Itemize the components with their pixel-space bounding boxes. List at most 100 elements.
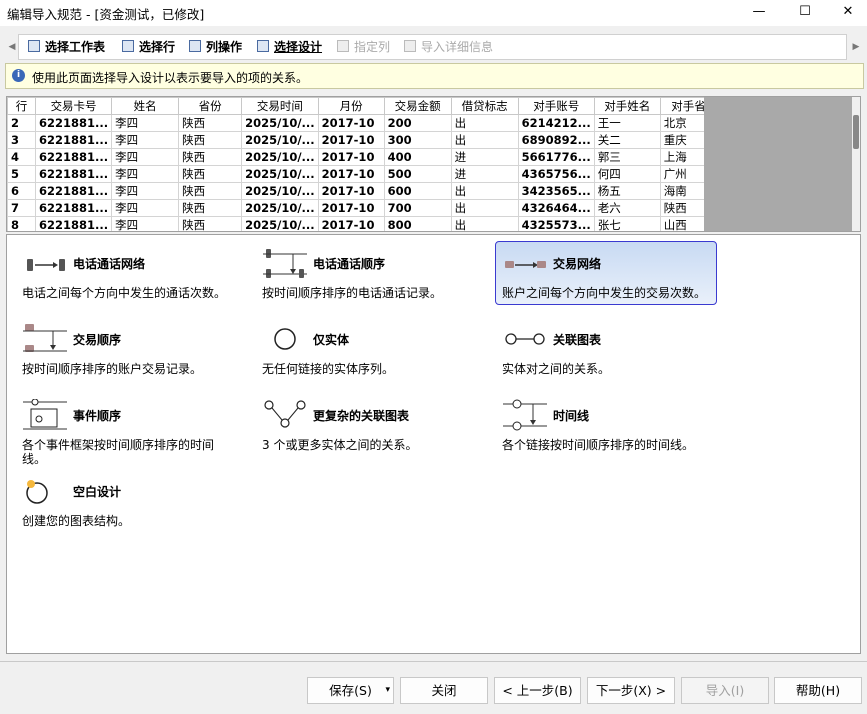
grid-cell: 7: [7, 199, 36, 217]
grid-cell: 4325573...: [517, 216, 595, 231]
design-option-phone-sequence[interactable]: 电话通话顺序 按时间顺序排序的电话通话记录。: [255, 235, 477, 300]
design-description: 实体对之间的关系。: [502, 362, 611, 376]
table-row[interactable]: 2 6221881... 李四 陕西 2025/10/... 2017-10 200 出 621…: [7, 114, 729, 132]
grid-column-header[interactable]: 对手姓名: [593, 97, 661, 115]
grid-cell: 陕西: [178, 216, 243, 231]
grid-cell: 400: [383, 148, 452, 166]
table-row[interactable]: 7 6221881... 李四 陕西 2025/10/... 2017-10 700 出 432…: [7, 199, 729, 217]
grid-cell: 2025/10/...: [241, 216, 319, 231]
previous-button[interactable]: < 上一步(B): [494, 677, 581, 704]
grid-cell: 2017-10: [317, 182, 385, 200]
grid-cell: 2025/10/...: [241, 148, 319, 166]
grid-column-header[interactable]: 交易卡号: [34, 97, 113, 115]
assign-column-icon: [337, 40, 349, 52]
grid-column-header[interactable]: 月份: [317, 97, 385, 115]
next-button[interactable]: 下一步(X) >: [587, 677, 675, 704]
dropdown-arrow-icon[interactable]: ▾: [385, 678, 390, 703]
design-option-event-sequence[interactable]: 事件顺序 各个事件框架按时间顺序排序的时间线。: [15, 387, 237, 466]
tab-select-rows[interactable]: 选择行: [122, 38, 175, 56]
grid-cell: 2017-10: [317, 131, 385, 149]
table-row[interactable]: 8 6221881... 李四 陕西 2025/10/... 2017-10 800 出 432…: [7, 216, 729, 231]
grid-cell: 6221881...: [34, 131, 113, 149]
design-option-complex-link-chart[interactable]: 更复杂的关联图表 3 个或更多实体之间的关系。: [255, 387, 477, 452]
tab-assign-columns[interactable]: 指定列: [337, 38, 390, 56]
grid-cell: 4: [7, 148, 36, 166]
tab-scroll-left-icon[interactable]: ◀: [6, 40, 18, 54]
grid-column-header[interactable]: 交易金额: [383, 97, 452, 115]
grid-cell: 8: [7, 216, 36, 231]
design-option-link-chart[interactable]: 关联图表实体对之间的关系。: [495, 311, 717, 376]
table-row[interactable]: 3 6221881... 李四 陕西 2025/10/... 2017-10 300 出 689…: [7, 131, 729, 149]
design-description: 无任何链接的实体序列。: [262, 362, 395, 376]
tab-select-design[interactable]: 选择设计: [257, 38, 322, 56]
tab-select-worksheet[interactable]: 选择工作表: [28, 38, 105, 56]
help-button[interactable]: 帮助(H): [774, 677, 862, 704]
scrollbar-thumb[interactable]: [853, 115, 859, 149]
design-description: 3 个或更多实体之间的关系。: [262, 438, 418, 452]
design-description: 各个链接按时间顺序排序的时间线。: [502, 438, 695, 452]
info-icon: i: [12, 69, 25, 82]
grid-cell: 进: [450, 165, 519, 183]
grid-column-header[interactable]: 对手账号: [517, 97, 595, 115]
design-description: 按时间顺序排序的电话通话记录。: [262, 286, 443, 300]
minimize-button[interactable]: —: [737, 0, 781, 26]
grid-cell: 2017-10: [317, 216, 385, 231]
grid-cell: 2: [7, 114, 36, 132]
grid-cell: 6221881...: [34, 199, 113, 217]
hint-text: 使用此页面选择导入设计以表示要导入的项的关系。: [32, 71, 309, 85]
phone-network-icon: [23, 247, 67, 279]
design-option-transaction-sequence[interactable]: 交易顺序 按时间顺序排序的账户交易记录。: [15, 311, 237, 376]
phone-sequence-icon: [263, 247, 307, 279]
maximize-button[interactable]: ☐: [783, 0, 827, 26]
grid-cell: 李四: [111, 216, 180, 231]
grid-cell: 2025/10/...: [241, 182, 319, 200]
grid-column-header[interactable]: 交易时间: [241, 97, 319, 115]
import-details-icon: [404, 40, 416, 52]
grid-column-header[interactable]: 省份: [178, 97, 243, 115]
data-preview-grid[interactable]: 行交易卡号 姓名 省份 交易时间 月份 交易金额 借贷标志 对手账号 对手姓名 对手省份 2 622…: [6, 96, 861, 232]
tab-column-operations[interactable]: 列操作: [189, 38, 242, 56]
design-option-transaction-network[interactable]: 交易网络 账户之间每个方向中发生的交易次数。: [495, 235, 717, 305]
grid-cell: 6221881...: [34, 148, 113, 166]
design-name: 电话通话网络: [73, 257, 146, 271]
grid-column-header[interactable]: 借贷标志: [450, 97, 519, 115]
grid-cell: 3: [7, 131, 36, 149]
design-name: 仅实体: [313, 333, 350, 347]
blank-design-icon: [23, 475, 67, 507]
transaction-network-icon: [503, 247, 547, 279]
close-button[interactable]: 关闭: [400, 677, 488, 704]
grid-cell: 关二: [593, 131, 661, 149]
import-button[interactable]: 导入(I): [681, 677, 769, 704]
design-name: 关联图表: [553, 333, 602, 347]
grid-cell: 杨五: [593, 182, 661, 200]
grid-cell: 5661776...: [517, 148, 595, 166]
grid-vertical-scrollbar[interactable]: [852, 97, 860, 231]
grid-cell: 2017-10: [317, 165, 385, 183]
design-icon: [257, 40, 269, 52]
grid-cell: 老六: [593, 199, 661, 217]
design-option-blank-design[interactable]: 空白设计 创建您的图表结构。: [15, 463, 237, 528]
grid-cell: 3423565...: [517, 182, 595, 200]
grid-cell: 陕西: [178, 148, 243, 166]
tab-scroll-right-icon[interactable]: ▶: [850, 40, 862, 54]
grid-cell: 200: [383, 114, 452, 132]
table-row[interactable]: 5 6221881... 李四 陕西 2025/10/... 2017-10 500 进 436…: [7, 165, 729, 183]
close-window-button[interactable]: ✕: [826, 0, 867, 26]
table-row[interactable]: 6 6221881... 李四 陕西 2025/10/... 2017-10 600 出 342…: [7, 182, 729, 200]
grid-cell: 何四: [593, 165, 661, 183]
design-option-entity-only[interactable]: 仅实体无任何链接的实体序列。: [255, 311, 477, 376]
grid-cell: 李四: [111, 114, 180, 132]
design-option-phone-network[interactable]: 电话通话网络 电话之间每个方向中发生的通话次数。: [15, 235, 237, 300]
tab-import-details[interactable]: 导入详细信息: [404, 38, 493, 56]
table-row[interactable]: 4 6221881... 李四 陕西 2025/10/... 2017-10 400 进 566…: [7, 148, 729, 166]
grid-cell: 2017-10: [317, 148, 385, 166]
grid-column-header[interactable]: 姓名: [111, 97, 180, 115]
design-name: 交易网络: [553, 257, 602, 271]
design-description: 各个事件框架按时间顺序排序的时间线。: [22, 438, 215, 466]
save-button[interactable]: 保存(S) ▾: [307, 677, 394, 704]
design-option-timeline[interactable]: 时间线各个链接按时间顺序排序的时间线。: [495, 387, 717, 452]
wizard-tab-strip: ◀ 选择工作表 选择行 列操作 选择设计 指定列 导入详细信息 ▶: [0, 34, 867, 60]
grid-cell: 陕西: [178, 114, 243, 132]
design-name: 时间线: [553, 409, 590, 423]
grid-column-header[interactable]: 行: [7, 97, 36, 115]
